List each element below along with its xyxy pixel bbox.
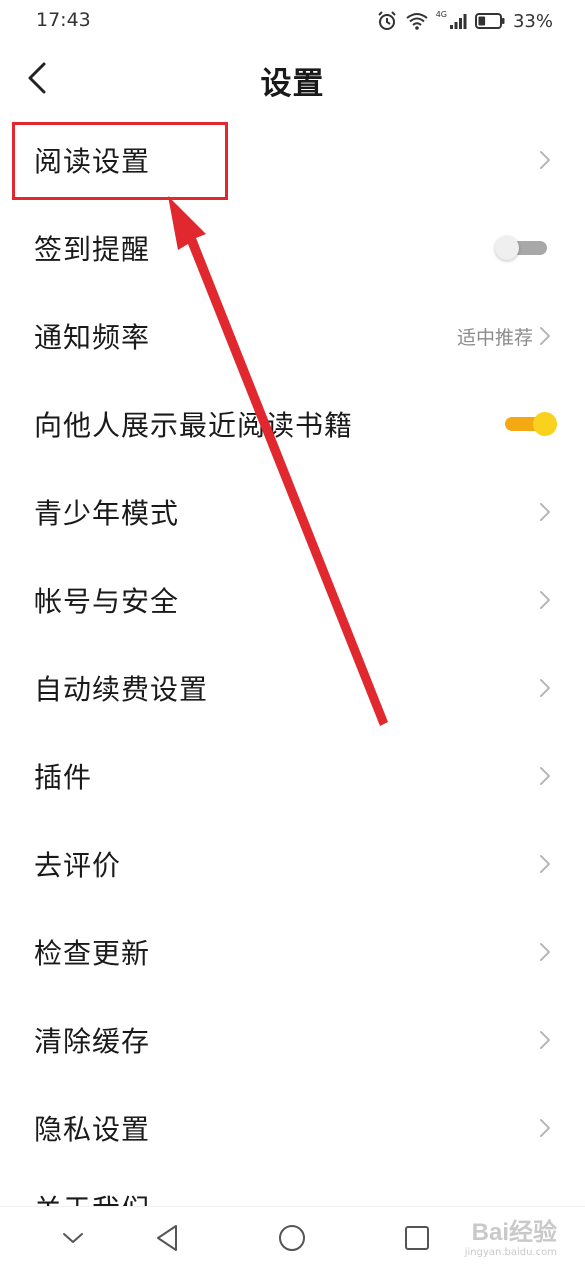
nav-recents-button[interactable] [400,1221,434,1255]
recents-square-icon [400,1221,434,1255]
nav-back-button[interactable] [150,1221,184,1255]
home-circle-icon [275,1221,309,1255]
watermark: Bai经验 jingyan.baidu.com [465,1212,557,1258]
back-triangle-icon [150,1221,184,1255]
annotation-arrow-icon [168,196,388,726]
nav-home-button[interactable] [275,1221,309,1255]
nav-hide-button[interactable] [56,1221,90,1255]
watermark-url: jingyan.baidu.com [464,1247,557,1258]
chevron-down-icon [56,1221,90,1255]
watermark-logo: Bai经验 [471,1219,557,1246]
